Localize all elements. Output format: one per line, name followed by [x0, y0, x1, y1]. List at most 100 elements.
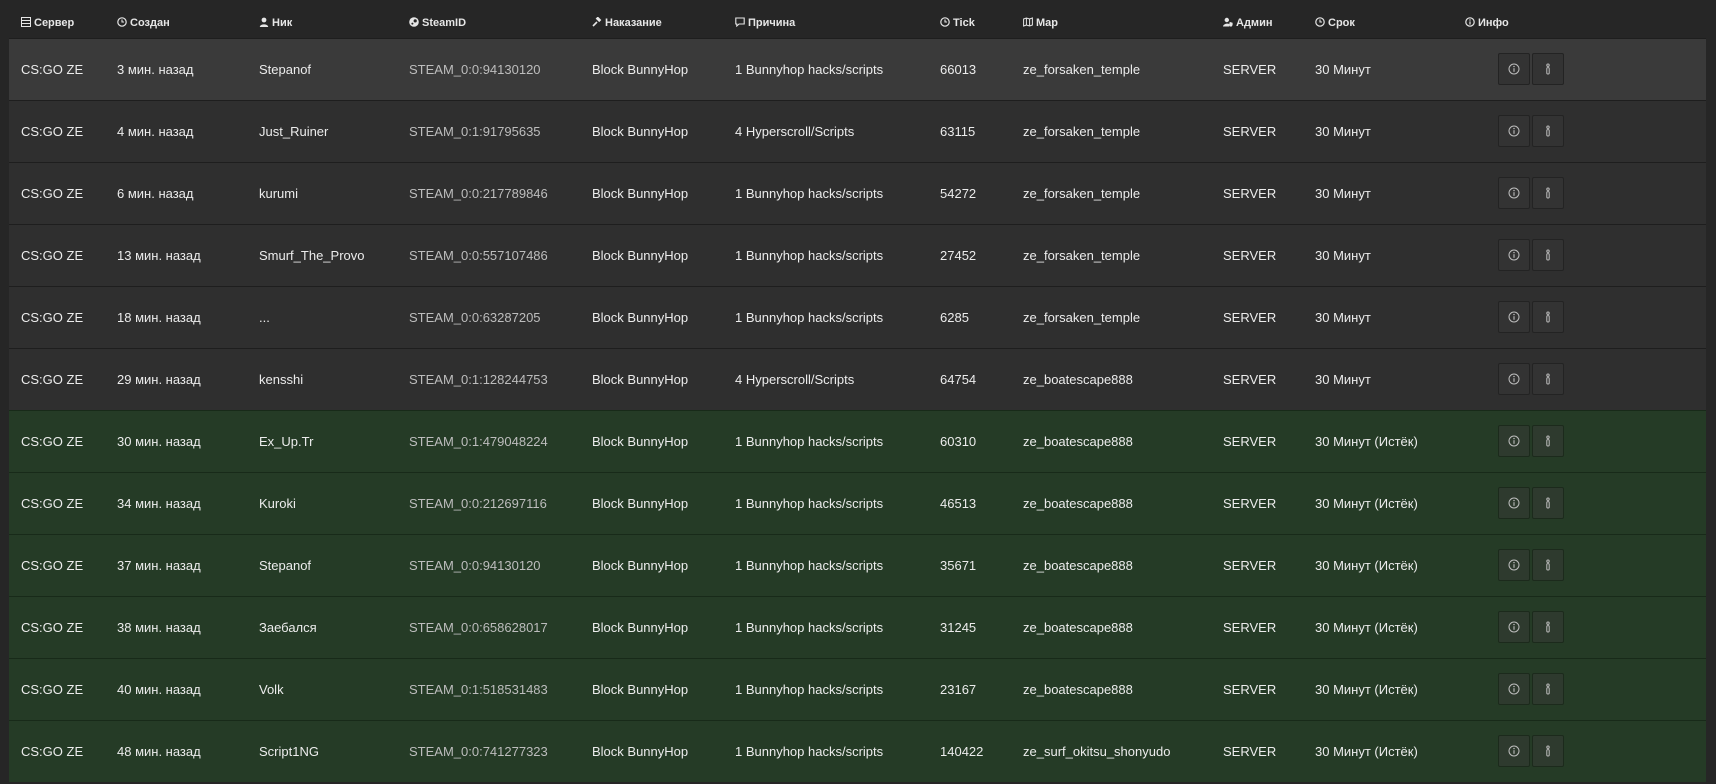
details-icon [1546, 373, 1550, 385]
details-button[interactable] [1532, 673, 1564, 705]
info-button[interactable] [1498, 363, 1530, 395]
info-button[interactable] [1498, 549, 1530, 581]
tick-cell: 63115 [940, 123, 976, 139]
info-icon [1508, 683, 1520, 695]
server-cell: CS:GO ZE [21, 557, 84, 573]
details-button[interactable] [1532, 611, 1564, 643]
header-created[interactable]: Создан [105, 8, 247, 38]
table-row[interactable]: CS:GO ZE 30 мин. назад Ex_Up.Tr STEAM_0:1:4… [9, 410, 1706, 472]
details-button[interactable] [1532, 363, 1564, 395]
table-row[interactable]: CS:GO ZE 40 мин. назад Volk STEAM_0:1:51853… [9, 658, 1706, 720]
nick-cell: kurumi [259, 185, 299, 201]
nick-cell: Just_Ruiner [259, 123, 329, 139]
term-cell: 30 Минут (Истёк) [1315, 495, 1418, 511]
header-map[interactable]: Map [1011, 8, 1211, 38]
table-row[interactable]: CS:GO ZE 37 мин. назад Stepanof STEAM_0:0:9… [9, 534, 1706, 596]
tick-cell: 140422 [940, 743, 984, 759]
actions-cell [1453, 224, 1706, 286]
actions-cell [1453, 162, 1706, 224]
info-icon [1508, 125, 1520, 137]
info-button[interactable] [1498, 611, 1530, 643]
admin-cell: SERVER [1223, 681, 1277, 697]
table-row[interactable]: CS:GO ZE 3 мин. назад Stepanof STEAM_0:0:94… [9, 38, 1706, 100]
server-cell: CS:GO ZE [21, 681, 84, 697]
header-tick-label: Tick [953, 16, 975, 29]
table-row[interactable]: CS:GO ZE 6 мин. назад kurumi STEAM_0:0:2177… [9, 162, 1706, 224]
created-cell: 34 мин. назад [117, 495, 201, 511]
header-reason[interactable]: Причина [723, 8, 928, 38]
details-button[interactable] [1532, 301, 1564, 333]
punishment-cell: Block BunnyHop [592, 681, 689, 697]
admin-cell: SERVER [1223, 247, 1277, 263]
header-server[interactable]: Сервер [9, 8, 105, 38]
table-row[interactable]: CS:GO ZE 29 мин. назад kensshi STEAM_0:1:12… [9, 348, 1706, 410]
clock-icon [1315, 16, 1325, 27]
info-button[interactable] [1498, 673, 1530, 705]
details-button[interactable] [1532, 487, 1564, 519]
info-button[interactable] [1498, 487, 1530, 519]
map-cell: ze_boatescape888 [1023, 371, 1133, 387]
info-button[interactable] [1498, 301, 1530, 333]
reason-cell: 1 Bunnyhop hacks/scripts [735, 681, 884, 697]
map-cell: ze_boatescape888 [1023, 619, 1133, 635]
punishment-cell: Block BunnyHop [592, 495, 689, 511]
tick-cell: 54272 [940, 185, 977, 201]
table-row[interactable]: CS:GO ZE 34 мин. назад Kuroki STEAM_0:0:212… [9, 472, 1706, 534]
info-icon [1508, 187, 1520, 199]
server-cell: CS:GO ZE [21, 309, 84, 325]
details-icon [1546, 497, 1550, 509]
details-button[interactable] [1532, 239, 1564, 271]
header-info: Инфо [1453, 8, 1706, 38]
term-cell: 30 Минут [1315, 309, 1371, 325]
header-steamid[interactable]: SteamID [397, 8, 580, 38]
table-row[interactable]: CS:GO ZE 38 мин. назад Заебался STEAM_0:0:6… [9, 596, 1706, 658]
table-row[interactable]: CS:GO ZE 13 мин. назад Smurf_The_Provo STEA… [9, 224, 1706, 286]
info-icon [1508, 621, 1520, 633]
details-button[interactable] [1532, 53, 1564, 85]
steamid-cell: STEAM_0:0:557107486 [409, 247, 548, 263]
info-button[interactable] [1498, 239, 1530, 271]
map-cell: ze_surf_okitsu_shonyudo [1023, 743, 1171, 759]
table-row[interactable]: CS:GO ZE 18 мин. назад... STEAM_0:0:632872… [9, 286, 1706, 348]
server-cell: CS:GO ZE [21, 61, 84, 77]
tick-cell: 31245 [940, 619, 977, 635]
punishment-cell: Block BunnyHop [592, 371, 689, 387]
header-nick-label: Ник [272, 16, 293, 29]
steamid-cell: STEAM_0:0:94130120 [409, 557, 541, 573]
tick-cell: 23167 [940, 681, 977, 697]
header-tick[interactable]: Tick [928, 8, 1011, 38]
details-icon [1546, 63, 1550, 75]
header-admin[interactable]: Админ [1211, 8, 1303, 38]
header-reason-label: Причина [748, 16, 796, 29]
tick-cell: 60310 [940, 433, 977, 449]
details-button[interactable] [1532, 177, 1564, 209]
header-punishment[interactable]: Наказание [580, 8, 723, 38]
reason-cell: 1 Bunnyhop hacks/scripts [735, 557, 884, 573]
info-button[interactable] [1498, 53, 1530, 85]
tick-cell: 64754 [940, 371, 977, 387]
table-row[interactable]: CS:GO ZE 4 мин. назад Just_Ruiner STEAM_0:1… [9, 100, 1706, 162]
tick-cell: 6285 [940, 309, 969, 325]
info-button[interactable] [1498, 735, 1530, 768]
nick-cell: kensshi [259, 371, 304, 387]
map-icon [1023, 17, 1033, 27]
details-button[interactable] [1532, 425, 1564, 457]
details-button[interactable] [1532, 115, 1564, 147]
map-cell: ze_boatescape888 [1023, 495, 1133, 511]
info-button[interactable] [1498, 115, 1530, 147]
nick-cell: Stepanof [259, 61, 312, 77]
details-button[interactable] [1532, 735, 1564, 768]
admin-cell: SERVER [1223, 619, 1277, 635]
created-cell: 29 мин. назад [117, 371, 201, 387]
reason-cell: 1 Bunnyhop hacks/scripts [735, 61, 884, 77]
header-nick[interactable]: Ник [247, 8, 397, 38]
header-term[interactable]: Срок [1303, 8, 1453, 38]
admin-cell: SERVER [1223, 433, 1277, 449]
details-button[interactable] [1532, 549, 1564, 581]
info-button[interactable] [1498, 177, 1530, 209]
details-icon [1546, 125, 1550, 137]
map-cell: ze_forsaken_temple [1023, 247, 1141, 263]
info-button[interactable] [1498, 425, 1530, 457]
bans-table-container: Сервер Создан Ник SteamID Наказание Прич… [9, 8, 1706, 784]
table-row[interactable]: CS:GO ZE 48 мин. назад Script1NG STEAM_0:0:… [9, 720, 1706, 782]
